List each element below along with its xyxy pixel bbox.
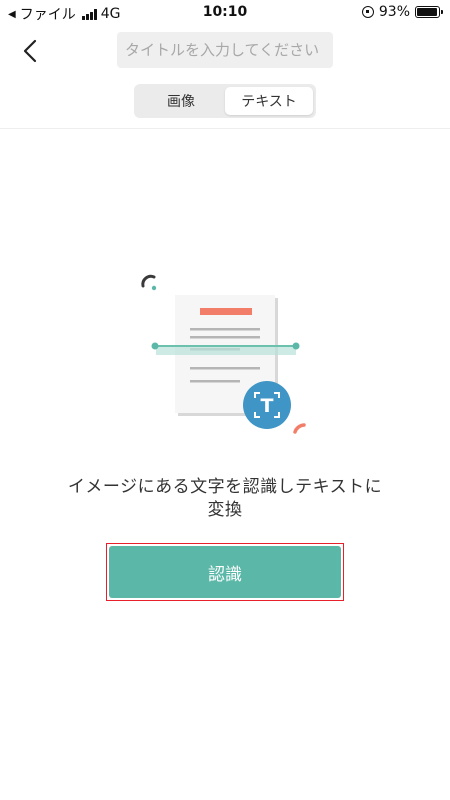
orientation-lock-icon (361, 6, 374, 18)
header-divider (0, 128, 450, 129)
recognize-button[interactable]: 認識 (109, 546, 341, 598)
title-input[interactable] (117, 32, 333, 68)
status-bar: ◀ ファイル 4G 10:10 93% (0, 0, 450, 26)
battery-level (417, 8, 437, 16)
tab-text[interactable]: テキスト (225, 87, 313, 115)
spinner-arc-icon (141, 274, 156, 288)
battery-percent: 93% (378, 4, 410, 20)
status-right: 93% (361, 4, 443, 20)
battery-icon (415, 6, 443, 18)
mode-segmented-control: 画像 テキスト (134, 84, 316, 118)
scan-band (156, 346, 296, 355)
back-button[interactable] (14, 33, 46, 69)
document-header-bar (200, 308, 252, 315)
text-recognition-icon: T (243, 381, 291, 429)
instruction-message: イメージにある文字を認識しテキストに変換 (67, 477, 383, 520)
chevron-left-icon (23, 39, 37, 63)
svg-text:T: T (261, 395, 274, 417)
accent-arc-icon (293, 423, 306, 434)
tab-image[interactable]: 画像 (137, 87, 225, 115)
ocr-illustration: T (141, 274, 306, 434)
accent-dot (151, 285, 157, 291)
